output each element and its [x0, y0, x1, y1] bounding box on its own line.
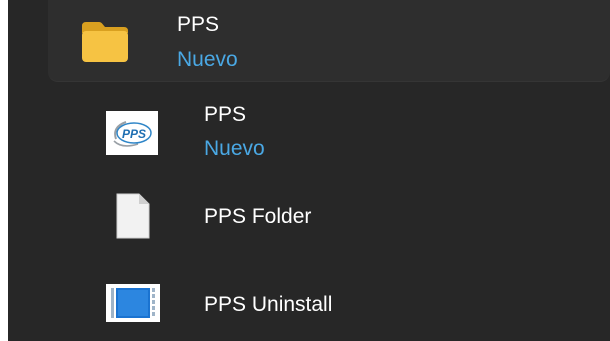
- pps-logo-text: PPS: [122, 127, 146, 141]
- app-item-pps[interactable]: PPS PPS Nuevo: [8, 95, 610, 167]
- folder-item-subtitle: Nuevo: [177, 48, 238, 71]
- pps-app-icon: PPS: [106, 111, 158, 160]
- screenshot-frame: PPS Nuevo PPS PPS Nuevo PPS Folder PPS U…: [0, 0, 610, 341]
- start-menu-panel: PPS Nuevo PPS PPS Nuevo PPS Folder PPS U…: [8, 0, 610, 341]
- document-icon: [115, 192, 151, 245]
- app-item-title: PPS Uninstall: [204, 293, 333, 316]
- app-item-pps-uninstall[interactable]: PPS Uninstall: [8, 270, 610, 336]
- app-item-title: PPS Folder: [204, 205, 312, 228]
- folder-item-pps[interactable]: PPS Nuevo: [48, 0, 610, 82]
- folder-item-title: PPS: [177, 13, 220, 36]
- app-item-pps-folder[interactable]: PPS Folder: [8, 182, 610, 252]
- app-item-subtitle: Nuevo: [204, 137, 265, 160]
- uninstaller-icon: [106, 284, 160, 327]
- app-item-title: PPS: [204, 103, 247, 126]
- folder-icon: [80, 20, 130, 69]
